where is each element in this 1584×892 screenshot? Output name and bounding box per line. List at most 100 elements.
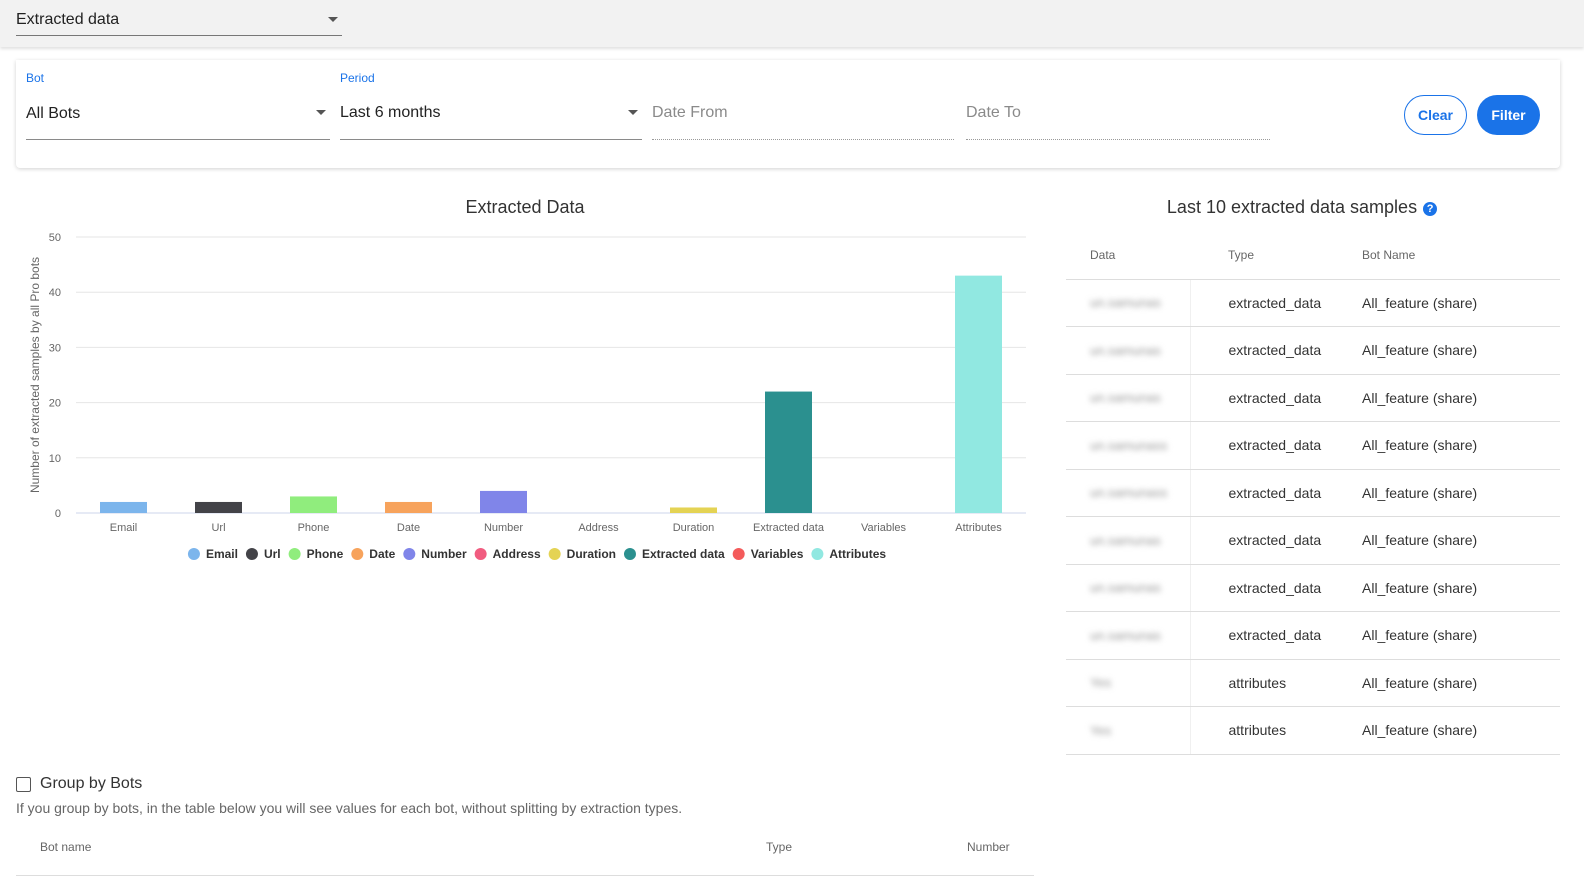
sample-bot-name: All_feature (share) xyxy=(1324,516,1560,565)
legend-marker xyxy=(187,548,200,560)
x-tick-label: Date xyxy=(397,522,420,534)
group-by-checkbox[interactable] xyxy=(16,777,31,792)
y-tick-label: 10 xyxy=(49,453,61,465)
x-tick-label: Url xyxy=(211,522,225,534)
y-tick-label: 30 xyxy=(49,342,61,354)
col-type: Type xyxy=(766,840,793,854)
bar-url xyxy=(195,501,242,513)
bar-email xyxy=(100,501,147,513)
sample-type: extracted_data xyxy=(1190,564,1324,612)
sample-bot-name: All_feature (share) xyxy=(1324,279,1560,327)
legend-item: Duration xyxy=(567,547,616,561)
date-from-placeholder: Date From xyxy=(652,104,728,121)
y-tick-label: 0 xyxy=(55,508,61,520)
bots-table-header: Bot name Type Number xyxy=(16,830,1034,876)
sample-bot-name: All_feature (share) xyxy=(1324,706,1560,755)
y-axis-label: Number of extracted samples by all Pro b… xyxy=(28,257,42,493)
period-value: Last 6 months xyxy=(340,104,441,121)
table-row: un.samunass extracted_data All_feature (sh… xyxy=(1066,469,1560,517)
legend-item: Email xyxy=(206,547,238,561)
legend-marker xyxy=(732,548,745,560)
legend-item: Number xyxy=(421,547,467,561)
sample-data: un.samunas xyxy=(1066,564,1191,612)
chevron-down-icon xyxy=(628,110,638,115)
group-by-hint: If you group by bots, in the table below… xyxy=(16,800,683,816)
clear-button[interactable]: Clear xyxy=(1404,95,1467,135)
legend-marker xyxy=(288,548,301,560)
sample-type: extracted_data xyxy=(1190,326,1324,375)
chart-title: Extracted Data xyxy=(465,197,585,217)
legend-marker xyxy=(623,548,636,560)
table-row: Yes attributes All_feature (share) xyxy=(1066,706,1560,755)
bot-select[interactable]: Bot All Bots xyxy=(26,60,330,140)
bot-label: Bot xyxy=(26,71,45,85)
bar-attributes xyxy=(955,275,1002,513)
bar-extracted-data xyxy=(765,391,812,513)
sample-type: attributes xyxy=(1190,706,1324,755)
sample-type: extracted_data xyxy=(1190,421,1324,470)
sample-data: un.samunas xyxy=(1066,516,1191,565)
x-tick-label: Phone xyxy=(298,522,330,534)
legend-item: Url xyxy=(264,547,281,561)
legend-item: Extracted data xyxy=(642,547,725,561)
sample-bot-name: All_feature (share) xyxy=(1324,611,1560,660)
legend-item: Address xyxy=(493,547,541,561)
legend-marker xyxy=(474,548,487,560)
table-row: un.samunas extracted_data All_feature (sha… xyxy=(1066,516,1560,565)
samples-title-text: Last 10 extracted data samples xyxy=(1166,197,1418,217)
period-label: Period xyxy=(340,71,375,85)
sample-bot-name: All_feature (share) xyxy=(1324,469,1560,517)
report-type-select[interactable]: Extracted data xyxy=(16,8,342,36)
sample-bot-name: All_feature (share) xyxy=(1324,564,1560,612)
x-tick-label: Attributes xyxy=(955,522,1002,534)
samples-header-row: Data Type Bot Name xyxy=(1066,232,1560,280)
sample-data: Yes xyxy=(1066,659,1191,707)
sample-type: extracted_data xyxy=(1190,374,1324,422)
filter-button[interactable]: Filter xyxy=(1477,95,1540,135)
sample-data: un.samunas xyxy=(1066,326,1191,375)
sample-type: extracted_data xyxy=(1190,516,1324,565)
legend-marker xyxy=(811,548,824,560)
y-tick-label: 40 xyxy=(49,287,61,299)
bar-phone xyxy=(290,496,337,513)
bar-duration xyxy=(670,507,717,513)
x-tick-label: Number xyxy=(484,522,523,534)
sample-bot-name: All_feature (share) xyxy=(1324,659,1560,707)
sample-type: extracted_data xyxy=(1190,279,1324,327)
sample-type: attributes xyxy=(1190,659,1324,707)
x-tick-label: Extracted data xyxy=(753,522,825,534)
date-to-field[interactable]: Date To xyxy=(966,60,1270,140)
table-row: un.samunas extracted_data All_feature (sha… xyxy=(1066,564,1560,612)
group-by-label: Group by Bots xyxy=(40,775,143,792)
sample-bot-name: All_feature (share) xyxy=(1324,326,1560,375)
x-tick-label: Duration xyxy=(673,522,715,534)
sample-data: un.samunas xyxy=(1066,611,1191,660)
legend-item: Variables xyxy=(751,547,804,561)
report-type-value: Extracted data xyxy=(16,11,120,28)
legend-marker xyxy=(548,548,561,560)
legend-marker xyxy=(403,548,416,560)
legend-marker xyxy=(351,548,364,560)
extracted-data-chart: 0 10 20 30 40 50 Number of extracted samples b… xyxy=(28,232,1026,561)
table-row: un.samunas extracted_data All_feature (sha… xyxy=(1066,374,1560,422)
x-tick-label: Variables xyxy=(861,522,907,534)
period-select[interactable]: Period Last 6 months xyxy=(340,60,642,140)
sample-bot-name: All_feature (share) xyxy=(1324,374,1560,422)
legend-item: Phone xyxy=(307,547,344,561)
sample-type: extracted_data xyxy=(1190,469,1324,517)
date-to-placeholder: Date To xyxy=(966,104,1021,121)
legend-marker xyxy=(245,548,258,560)
x-tick-label: Email xyxy=(110,522,138,534)
sample-data: Yes xyxy=(1066,706,1191,755)
col-type: Type xyxy=(1190,232,1324,280)
samples-title: Last 10 extracted data samples? xyxy=(1066,197,1538,218)
bar-number xyxy=(480,490,527,513)
date-from-field[interactable]: Date From xyxy=(652,60,954,140)
legend-item: Date xyxy=(369,547,395,561)
help-icon[interactable]: ? xyxy=(1423,202,1438,216)
col-bot-name: Bot name xyxy=(40,840,92,854)
sample-type: extracted_data xyxy=(1190,611,1324,660)
top-bar: Extracted data xyxy=(0,0,1584,47)
samples-table: Data Type Bot Name un.samunas extracted_d… xyxy=(1066,232,1560,755)
sample-bot-name: All_feature (share) xyxy=(1324,421,1560,470)
